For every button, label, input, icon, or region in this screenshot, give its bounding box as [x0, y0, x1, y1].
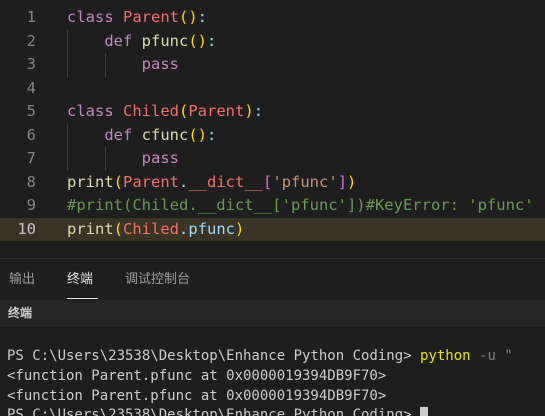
code-token: ] [337, 172, 348, 191]
code-token: () [188, 125, 207, 144]
terminal-header: 终端 [0, 300, 545, 327]
code-token: Parent [123, 172, 180, 191]
indent-guide [105, 53, 106, 77]
code-text: print(Parent.__dict__['pfunc']) [67, 171, 356, 195]
terminal-title: 终端 [8, 306, 33, 320]
code-line[interactable]: 10 print(Chiled.pfunc) [0, 217, 545, 242]
indent-guide [105, 147, 106, 171]
code-token: . [179, 172, 189, 191]
code-token: : [253, 102, 264, 120]
code-token: Parent [123, 8, 179, 26]
code-text: print(Chiled.pfunc) [67, 218, 244, 242]
code-line[interactable]: 9 #print(Chiled.__dict__['pfunc'])#KeyErr… [0, 194, 545, 218]
code-line[interactable]: 6 def cfunc(): [0, 124, 545, 148]
code-token: def [104, 125, 142, 144]
line-number: 8 [26, 172, 36, 191]
code-line[interactable]: 1 class Parent(): [0, 6, 545, 30]
code-token: def [104, 31, 142, 50]
code-line[interactable]: 7 pass [0, 147, 545, 171]
line-number: 10 [17, 219, 36, 238]
code-text: class Parent(): [67, 6, 207, 30]
code-token: pfunc [141, 31, 189, 50]
code-token: : [207, 31, 217, 50]
code-token: . [179, 219, 189, 238]
code-line[interactable]: 4 [0, 77, 545, 101]
terminal-output-line: <function Parent.pfunc at 0x0000019394DB… [7, 368, 387, 384]
code-token: pfunc [188, 219, 236, 238]
line-number: 4 [26, 78, 36, 97]
line-number: 5 [26, 102, 36, 120]
terminal-line-prompt: PS C:\Users\23538\Desktop\Enhance Python… [7, 405, 429, 416]
indent-guide [67, 29, 68, 77]
code-text: pass [67, 147, 179, 171]
tab-debug-console[interactable]: 调试控制台 [125, 259, 190, 301]
terminal-line-command: PS C:\Users\23538\Desktop\Enhance Python… [7, 346, 513, 366]
line-number: 2 [26, 31, 36, 50]
code-token: pass [141, 55, 179, 73]
code-text: class Chiled(Parent): [67, 100, 263, 124]
code-token: Parent [188, 102, 245, 120]
code-line[interactable]: 5 class Chiled(Parent): [0, 100, 545, 124]
code-token: ) [244, 102, 254, 120]
code-token: #print(Chiled.__dict__['pfunc'])#KeyErro… [67, 196, 534, 214]
code-line[interactable]: 3 pass [0, 53, 545, 77]
code-text: pass [67, 53, 179, 77]
terminal-command: python [420, 348, 471, 364]
code-token: pass [141, 149, 179, 167]
tab-output[interactable]: 输出 [9, 259, 35, 301]
code-token: __dict__ [188, 172, 264, 191]
code-token: : [197, 8, 208, 26]
code-token: [ [263, 172, 273, 191]
code-token: class [67, 102, 123, 120]
code-line[interactable]: 2 def pfunc(): [0, 30, 545, 54]
code-token: Chiled [123, 102, 179, 120]
code-text: def pfunc(): [67, 30, 216, 54]
code-token: Chiled [123, 219, 180, 238]
code-token: : [207, 125, 217, 144]
line-number: 3 [26, 55, 36, 73]
code-token: cfunc [141, 125, 189, 144]
code-token: ( [113, 219, 124, 238]
code-token: () [179, 8, 198, 26]
code-token: ( [179, 102, 189, 120]
code-token: ) [235, 219, 245, 238]
code-token: () [188, 31, 207, 50]
line-number: 7 [26, 149, 36, 167]
line-number: 1 [26, 8, 36, 26]
terminal-prompt: PS C:\Users\23538\Desktop\Enhance Python… [7, 407, 421, 416]
code-text: #print(Chiled.__dict__['pfunc'])#KeyErro… [67, 194, 534, 218]
tab-terminal[interactable]: 终端 [67, 259, 93, 301]
code-token: print [67, 172, 114, 191]
terminal-output-line: <function Parent.pfunc at 0x0000019394DB… [7, 388, 387, 404]
line-number: 6 [26, 125, 36, 144]
panel-tab-bar: 输出 终端 调试控制台 [0, 258, 545, 301]
terminal-output[interactable]: PS C:\Users\23538\Desktop\Enhance Python… [0, 327, 545, 416]
code-editor[interactable]: 1 class Parent(): 2 def pfunc(): 3 pass 4 5 cl… [0, 0, 545, 258]
code-token: print [67, 219, 114, 238]
terminal-command-args: -u " [470, 348, 513, 364]
indent-guide [67, 123, 68, 171]
code-token: ) [347, 172, 357, 191]
terminal-cursor [420, 407, 429, 416]
code-token: class [67, 8, 123, 26]
code-token: 'pfunc' [272, 172, 338, 191]
code-token: ( [113, 172, 124, 191]
code-text: def cfunc(): [67, 124, 216, 148]
code-line[interactable]: 8 print(Parent.__dict__['pfunc']) [0, 171, 545, 195]
terminal-prompt: PS C:\Users\23538\Desktop\Enhance Python… [7, 348, 421, 364]
active-tab-indicator [67, 298, 98, 299]
line-number: 9 [26, 196, 36, 214]
